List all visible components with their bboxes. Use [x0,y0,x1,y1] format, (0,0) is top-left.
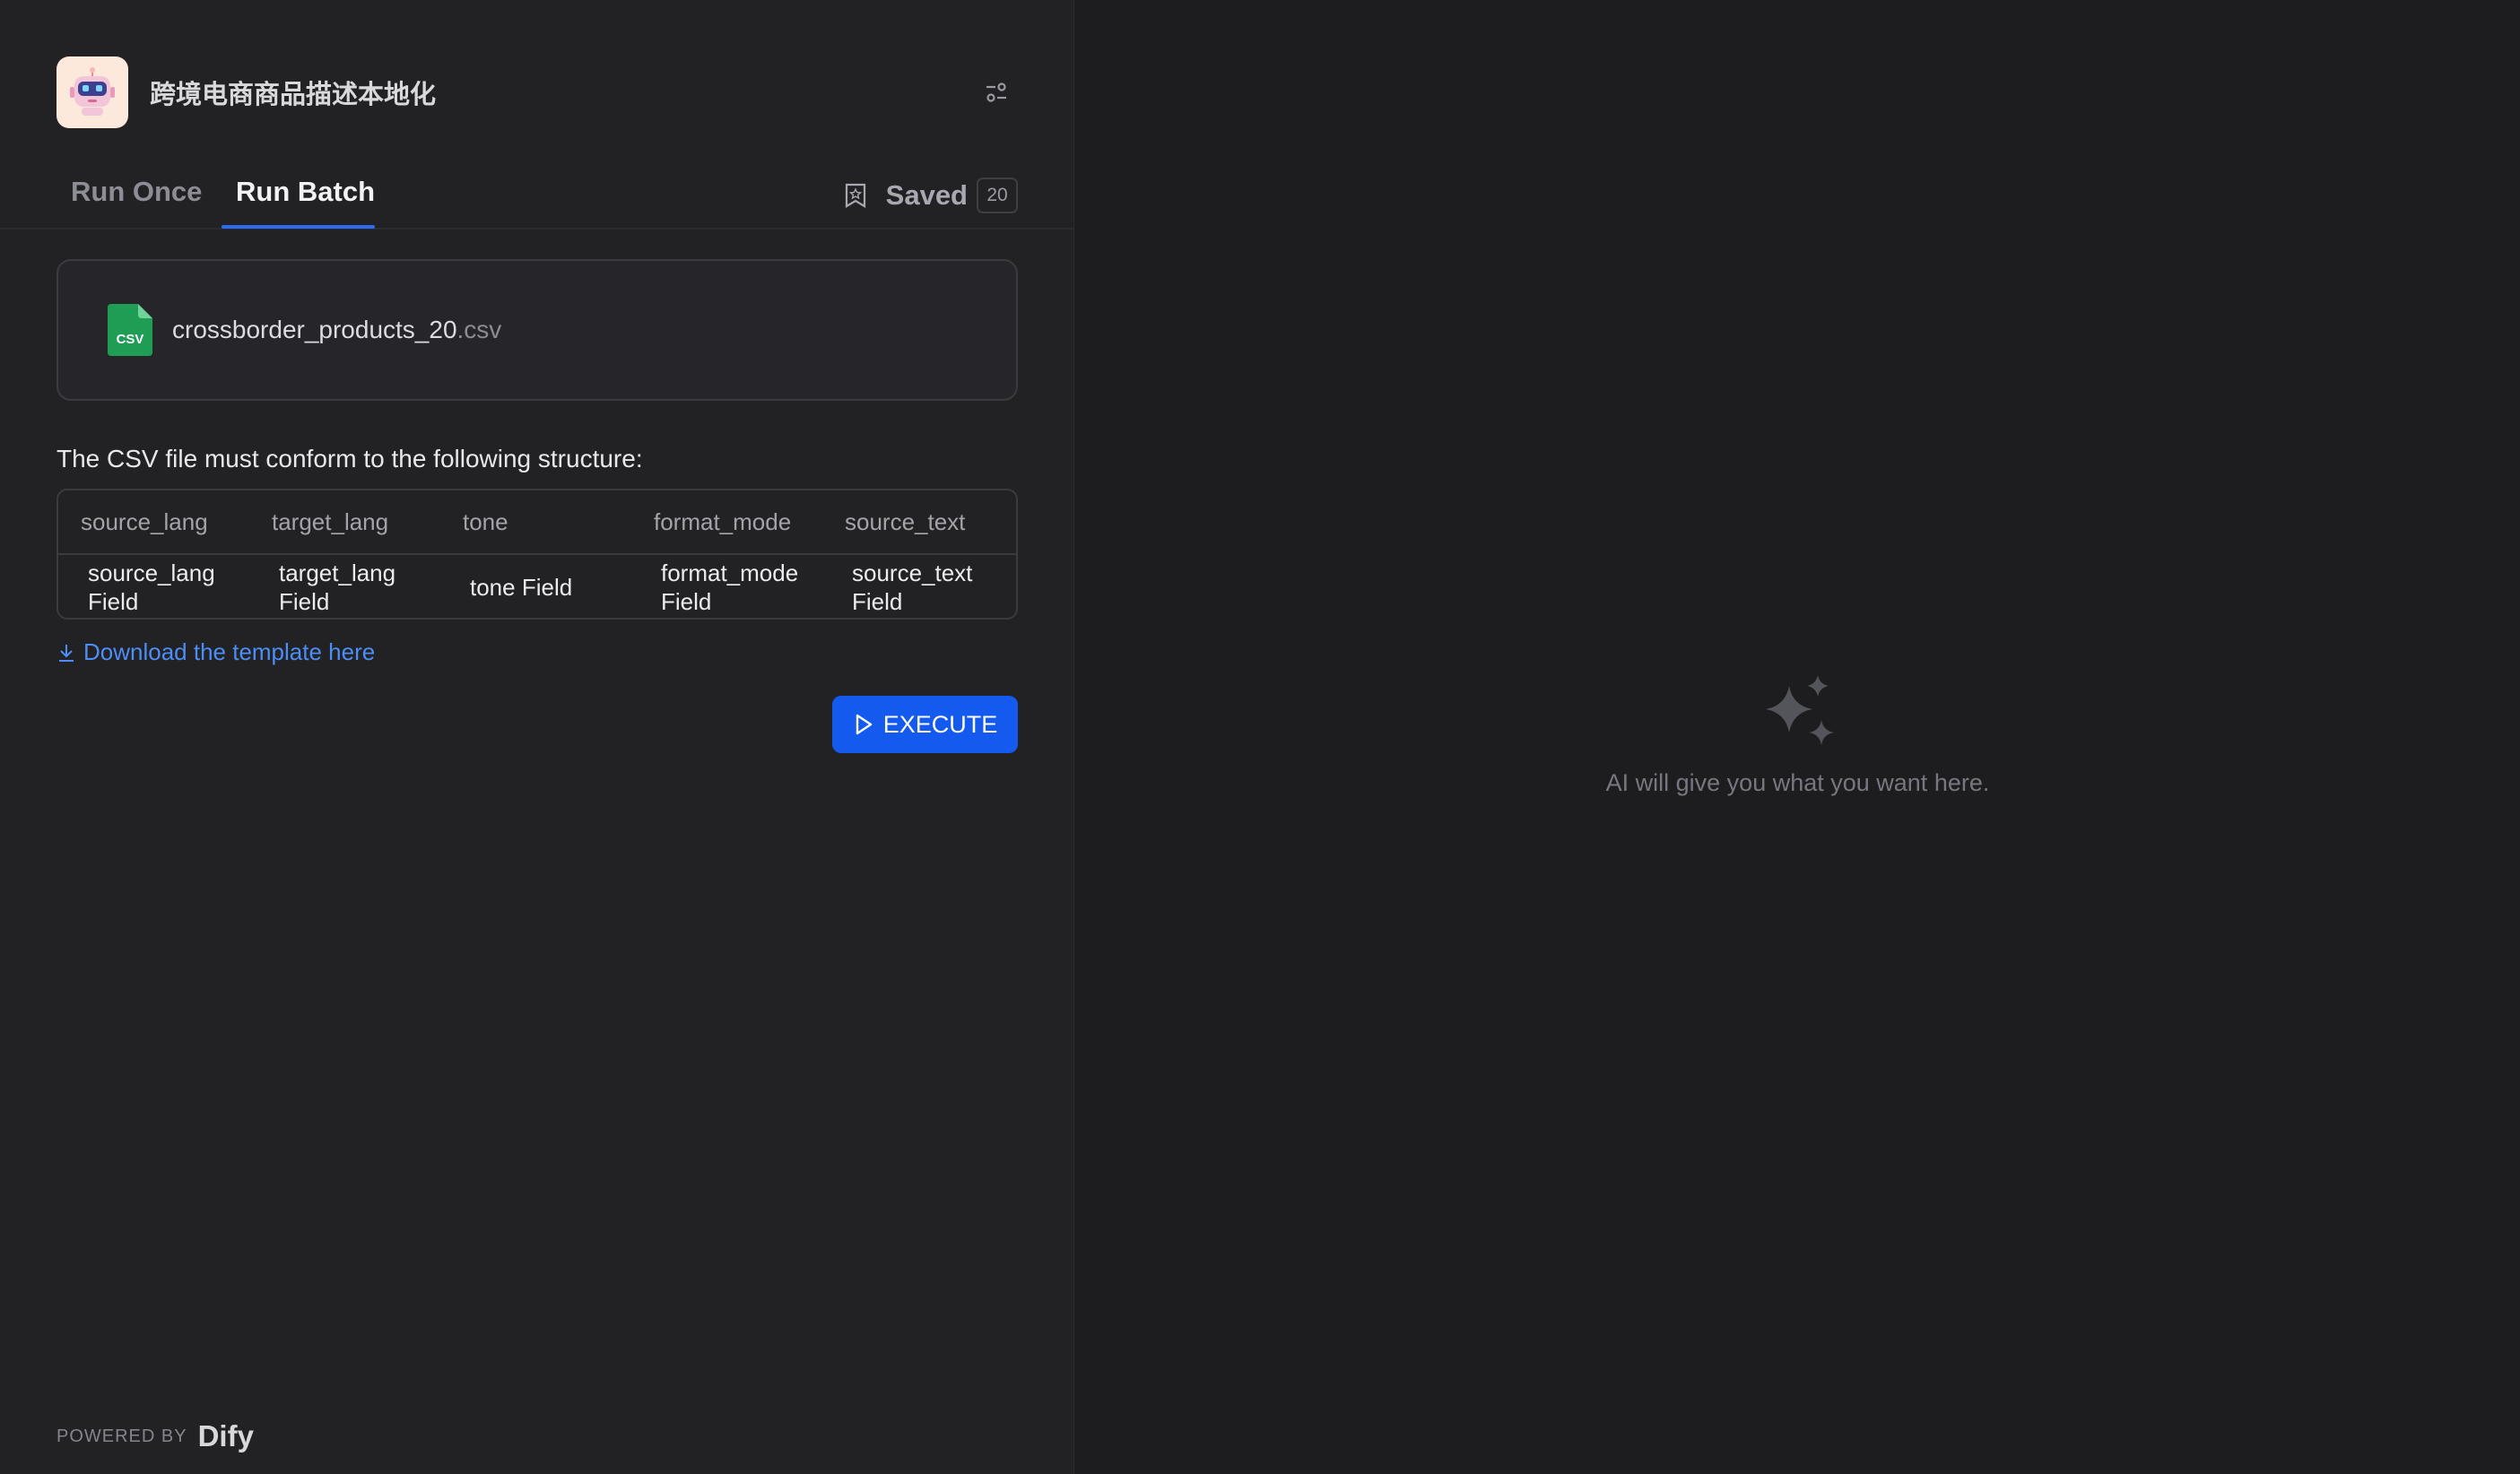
table-header-row: source_lang target_lang tone format_mode… [58,490,1016,555]
table-header-cell: source_text [845,507,966,535]
saved-button[interactable]: Saved 20 [843,176,1018,215]
app-title: 跨境电商商品描述本地化 [150,79,437,109]
table-cell: format_mode Field [661,559,799,615]
powered-by-footer: POWERED BY Dify [56,1419,254,1453]
csv-structure-table: source_lang target_lang tone format_mode… [56,489,1018,620]
empty-state-text: AI will give you what you want here. [1605,769,1990,796]
download-template-label: Download the template here [83,638,376,665]
table-header-cell: format_mode [654,507,792,535]
saved-label: Saved [885,179,968,211]
bookmark-icon [845,183,865,208]
file-extension: .csv [456,316,502,343]
tab-run-once[interactable]: Run Once [71,176,202,228]
sparkles-icon [1765,675,1834,745]
table-row: source_lang Field target_lang Field tone… [58,555,1016,618]
sliders-icon [986,82,1006,102]
run-panel: 跨境电商商品描述本地化 Run Once Run Batch Saved 20 … [0,0,1074,1474]
csv-file-icon: CSV [108,304,152,356]
table-header-cell: target_lang [272,507,389,535]
csv-structure-label: The CSV file must conform to the followi… [56,445,643,473]
csv-icon-text: CSV [117,332,144,347]
settings-button[interactable] [975,71,1018,114]
tab-run-batch[interactable]: Run Batch [222,176,375,229]
run-mode-tabs: Run Once Run Batch Saved 20 [0,160,1074,230]
table-cell: source_lang Field [88,559,215,615]
saved-count-badge: 20 [977,178,1018,213]
powered-by-label: POWERED BY [56,1426,187,1446]
execute-button[interactable]: EXECUTE [832,696,1018,753]
file-name: crossborder_products_20.csv [172,316,501,344]
csv-upload-box[interactable]: CSV crossborder_products_20.csv [56,259,1018,401]
download-icon [59,644,74,662]
empty-state: AI will give you what you want here. [1075,668,2520,797]
dify-logo: Dify [197,1419,254,1452]
app-header: 跨境电商商品描述本地化 [56,56,1018,128]
robot-app-icon [56,56,128,128]
table-cell: tone Field [470,574,573,601]
table-header-cell: tone [463,507,508,535]
table-cell: source_text Field [852,559,973,615]
table-cell: target_lang Field [279,559,396,615]
file-name-base: crossborder_products_20 [172,316,457,343]
play-icon [856,714,872,735]
result-panel: AI will give you what you want here. [1075,0,2520,1474]
table-header-cell: source_lang [81,507,208,535]
app-root: 跨境电商商品描述本地化 Run Once Run Batch Saved 20 … [0,0,2520,1474]
download-template-link[interactable]: Download the template here [56,638,375,666]
execute-label: EXECUTE [882,710,998,738]
